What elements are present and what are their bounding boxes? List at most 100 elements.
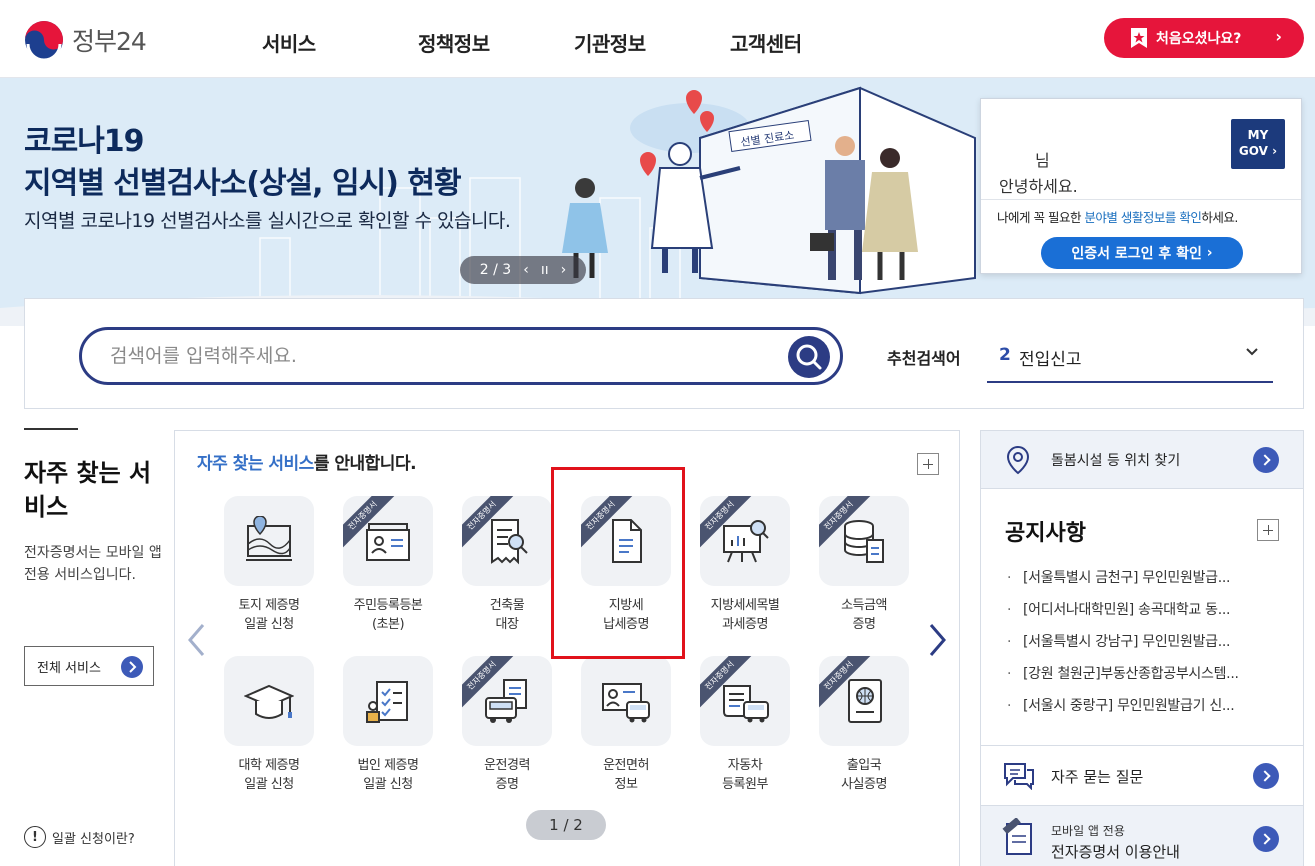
nav-services[interactable]: 서비스 xyxy=(262,28,418,57)
next-page-arrow-icon[interactable] xyxy=(928,622,948,658)
service-building-register[interactable]: 전자증명서 건축물 대장 xyxy=(457,496,557,634)
label-line2: 등록원부 xyxy=(722,777,768,792)
desc-prefix: 나에게 꼭 필요한 xyxy=(997,210,1085,225)
service-icon-box xyxy=(581,656,671,746)
service-resident-registration[interactable]: 전자증명서 주민등록등본 (초본) xyxy=(338,496,438,634)
e-certificate-doc-icon xyxy=(1002,818,1032,855)
notice-item[interactable]: [어디서나대학민원] 송곡대학교 동... xyxy=(1007,599,1239,631)
recommend-keyword-select[interactable]: 2 전입신고 xyxy=(987,337,1273,383)
service-corporate-certificate[interactable]: 법인 제증명 일괄 신청 xyxy=(338,656,438,794)
service-immigration-certificate[interactable]: 전자증명서 출입국 사실증명 xyxy=(814,656,914,794)
all-services-button[interactable]: 전체 서비스 xyxy=(24,646,154,686)
label-line1: 지방세세목별 xyxy=(710,598,780,613)
label-line1: 주민등록등본 xyxy=(353,598,423,613)
mygov-badge-line1: MY xyxy=(1247,128,1269,142)
exclamation-icon: ! xyxy=(24,826,46,848)
service-icon-box xyxy=(224,656,314,746)
notice-more-button[interactable] xyxy=(1257,519,1279,541)
all-services-label: 전체 서비스 xyxy=(37,660,101,676)
nav-agency[interactable]: 기관정보 xyxy=(574,28,730,57)
service-icon-box xyxy=(343,656,433,746)
service-icon-box: 전자증명서 xyxy=(343,496,433,586)
label-line2: 증명 xyxy=(852,617,876,632)
screening-clinic-illustration: 선별 진료소 xyxy=(562,86,976,295)
label-line1: 소득금액 xyxy=(841,598,887,613)
mygov-badge[interactable]: MY GOV › xyxy=(1231,119,1285,169)
services-more-button[interactable] xyxy=(917,453,939,475)
taegeuk-logo-icon xyxy=(25,21,63,60)
notice-list: [서울특별시 금천구] 무인민원발급... [어디서나대학민원] 송곡대학교 동… xyxy=(1007,567,1239,727)
passport-icon xyxy=(848,679,882,723)
notice-item[interactable]: [강원 철원군]부동산종합공부시스템... xyxy=(1007,663,1239,695)
mygov-description: 나에게 꼭 필요한 분야별 생활정보를 확인하세요. xyxy=(997,207,1238,226)
arrow-right-icon xyxy=(1253,826,1279,852)
logo-text: 정부24 xyxy=(72,27,147,56)
first-visit-label: 처음오셨나요? xyxy=(1156,31,1242,47)
land-map-icon xyxy=(246,516,292,561)
label-line1: 운전경력 xyxy=(484,758,530,773)
id-card-icon xyxy=(366,523,410,561)
services-pager[interactable]: 1 / 2 xyxy=(526,810,606,840)
section-bar xyxy=(24,428,78,430)
service-label: 법인 제증명 일괄 신청 xyxy=(338,756,438,794)
service-car-registration[interactable]: 전자증명서 자동차 등록원부 xyxy=(695,656,795,794)
service-land-certificate[interactable]: 토지 제증명일괄 신청 xyxy=(219,496,319,634)
service-driving-record[interactable]: 전자증명서 운전경력 증명 xyxy=(457,656,557,794)
service-university-certificate[interactable]: 대학 제증명 일괄 신청 xyxy=(219,656,319,794)
chat-bubbles-icon xyxy=(1004,763,1034,790)
label-line2: 일괄 신청 xyxy=(244,617,294,632)
desc-suffix: 하세요. xyxy=(1201,210,1238,225)
nav-customer-center[interactable]: 고객센터 xyxy=(730,28,886,57)
service-label: 출입국 사실증명 xyxy=(814,756,914,794)
service-label: 소득금액증명 xyxy=(814,596,914,634)
prev-slide-icon[interactable]: ‹ xyxy=(523,262,529,278)
faq-link[interactable]: 자주 묻는 질문 xyxy=(981,745,1303,805)
label-line1: 자동차 xyxy=(727,758,763,773)
bulk-help-link[interactable]: ! 일괄 신청이란? xyxy=(24,826,135,848)
arrow-right-icon xyxy=(1253,763,1279,789)
user-name-suffix: 님 xyxy=(1035,151,1050,170)
service-label: 운전경력증명 xyxy=(457,756,557,794)
search-icon xyxy=(796,344,822,370)
banner-pager[interactable]: 2 / 3 ‹ ıı › xyxy=(460,256,586,284)
bookmark-star-icon xyxy=(1131,28,1147,48)
notice-item[interactable]: [서울특별시 금천구] 무인민원발급... xyxy=(1007,567,1239,599)
label-line2: 증명 xyxy=(495,777,519,792)
location-pin-icon xyxy=(1006,445,1030,475)
search-button[interactable] xyxy=(788,336,830,378)
mobile-e-certificate-guide[interactable]: 모바일 앱 전용 전자증명서 이용안내 xyxy=(981,805,1303,866)
label-line1: 토지 제증명 xyxy=(238,598,300,613)
pause-icon[interactable]: ıı xyxy=(541,262,549,278)
next-slide-icon[interactable]: › xyxy=(561,262,567,278)
gov24-logo[interactable]: 정부24 xyxy=(24,20,147,60)
label-line2: 대장 xyxy=(495,617,519,632)
heading-highlight: 자주 찾는 서비스 xyxy=(197,454,314,474)
prev-page-arrow-icon[interactable] xyxy=(186,622,206,658)
care-facility-finder[interactable]: 돌봄시설 등 위치 찾기 xyxy=(981,431,1303,489)
car-registration-icon xyxy=(723,685,769,723)
label-line2: 일괄 신청 xyxy=(244,777,294,792)
notice-item[interactable]: [서울특별시 강남구] 무인민원발급... xyxy=(1007,631,1239,663)
service-label: 건축물 대장 xyxy=(457,596,557,634)
desc-highlight: 분야별 생활정보를 확인 xyxy=(1084,210,1202,225)
right-column: 돌봄시설 등 위치 찾기 공지사항 [서울특별시 금천구] 무인민원발급... … xyxy=(980,430,1304,866)
nav-policy[interactable]: 정책정보 xyxy=(418,28,574,57)
search-box xyxy=(79,327,843,385)
service-driver-license-info[interactable]: 운전면허 정보 xyxy=(576,656,676,794)
notice-item[interactable]: [서울시 중랑구] 무인민원발급기 신... xyxy=(1007,695,1239,727)
search-band: 추천검색어 2 전입신고 xyxy=(24,298,1304,409)
service-income-certificate[interactable]: 전자증명서 소득금액증명 xyxy=(814,496,914,634)
heading-rest: 를 안내합니다. xyxy=(313,454,417,474)
main-nav: 서비스 정책정보 기관정보 고객센터 xyxy=(262,28,886,57)
search-input[interactable] xyxy=(110,342,770,370)
care-facility-label: 돌봄시설 등 위치 찾기 xyxy=(1051,453,1181,469)
first-visit-button[interactable]: 처음오셨나요? › xyxy=(1104,18,1304,58)
mygov-card: 님 안녕하세요. MY GOV › 나에게 꼭 필요한 분야별 생활정보를 확인… xyxy=(980,98,1302,274)
banner-title-line2: 지역별 선별검사소(상설, 임시) 현황 xyxy=(24,166,462,201)
banner-page-indicator: 2 / 3 xyxy=(479,262,512,278)
service-icon-box: 전자증명서 xyxy=(819,496,909,586)
certificate-login-button[interactable]: 인증서 로그인 후 확인 › xyxy=(1041,237,1243,269)
label-line2: (초본) xyxy=(371,617,405,632)
service-local-tax-assessment[interactable]: 전자증명서 지방세세목별 과세증명 xyxy=(695,496,795,634)
label-line2: 정보 xyxy=(614,777,638,792)
